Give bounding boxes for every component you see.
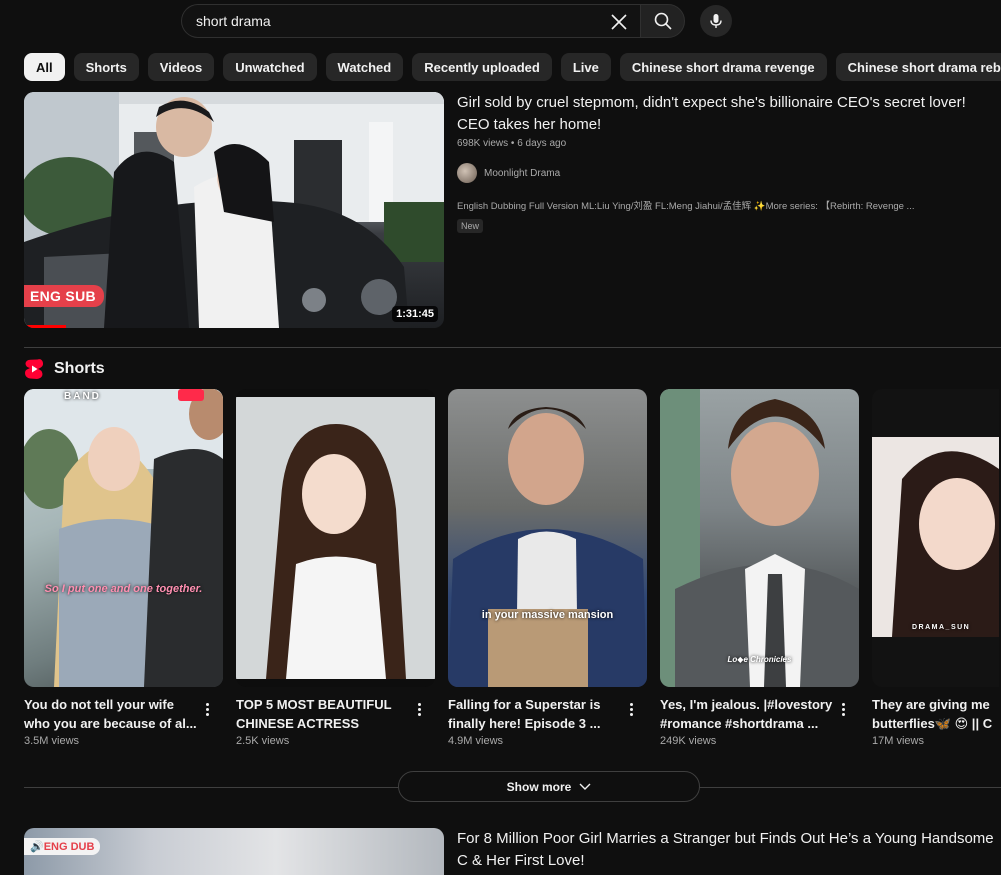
filter-chips: All Shorts Videos Unwatched Watched Rece… — [24, 53, 1001, 81]
short-overlay-text: BAND — [64, 391, 101, 402]
duration-badge: 1:31:45 — [392, 306, 438, 322]
search-button[interactable] — [640, 4, 685, 38]
short-card[interactable]: DRAMA_SUN They are giving me butterflies… — [872, 389, 999, 747]
video-description: English Dubbing Full Version ML:Liu Ying… — [457, 201, 915, 212]
video-result: 🔊ENG DUB For 8 Million Poor Girl Marries… — [24, 828, 1001, 875]
video-title[interactable]: For 8 Million Poor Girl Marries a Strang… — [457, 828, 1001, 872]
video-title[interactable]: Girl sold by cruel stepmom, didn't expec… — [457, 92, 984, 136]
watch-progress-bar — [24, 325, 66, 328]
short-title[interactable]: Falling for a Superstar is finally here!… — [448, 695, 647, 733]
short-thumbnail[interactable]: BAND So I put one and one together. — [24, 389, 223, 687]
channel-link[interactable]: Moonlight Drama — [457, 163, 984, 183]
short-thumbnail[interactable]: in your massive mansion — [448, 389, 647, 687]
shorts-heading: Shorts — [54, 360, 105, 377]
voice-search-button[interactable] — [700, 5, 732, 37]
short-thumbnail-image — [24, 389, 223, 687]
short-thumbnail-image — [872, 437, 999, 637]
short-views: 249K views — [660, 735, 717, 747]
short-thumbnail-image — [660, 389, 859, 687]
shorts-row: BAND So I put one and one together. You … — [24, 389, 999, 747]
more-options-button[interactable] — [835, 699, 851, 719]
short-title[interactable]: TOP 5 MOST BEAUTIFUL CHINESE ACTRESS (SH… — [236, 695, 435, 733]
microphone-icon — [710, 14, 722, 28]
show-more-label: Show more — [506, 779, 572, 794]
search-icon — [654, 12, 672, 30]
short-views: 4.9M views — [448, 735, 504, 747]
video-meta: 698K views • 6 days ago — [457, 138, 567, 149]
short-card[interactable]: in your massive mansion Falling for a Su… — [448, 389, 647, 747]
video-thumbnail[interactable]: 🔊ENG DUB — [24, 828, 444, 875]
eng-dub-label: 🔊ENG DUB — [24, 838, 101, 855]
short-watermark: Lo◆e Chronicles — [727, 655, 792, 664]
short-views: 17M views — [872, 735, 924, 747]
short-thumbnail-image — [236, 397, 435, 679]
chip-shorts[interactable]: Shorts — [73, 53, 139, 81]
short-thumbnail[interactable]: DRAMA_SUN — [872, 389, 999, 687]
short-overlay-text: DRAMA_SUN — [912, 624, 971, 631]
channel-avatar — [457, 163, 477, 183]
section-divider — [24, 347, 1001, 348]
chip-recently-uploaded[interactable]: Recently uploaded — [412, 53, 552, 81]
short-thumbnail-image — [448, 407, 647, 687]
chip-videos[interactable]: Videos — [147, 53, 215, 81]
show-more-button[interactable]: Show more — [398, 771, 700, 802]
eng-sub-label: ENG SUB — [24, 285, 104, 307]
short-card[interactable]: BAND So I put one and one together. You … — [24, 389, 223, 747]
video-info: For 8 Million Poor Girl Marries a Strang… — [444, 828, 1001, 875]
short-thumbnail[interactable]: Lo◆e Chronicles — [660, 389, 859, 687]
close-icon — [611, 14, 627, 30]
short-views: 3.5M views — [24, 735, 80, 747]
short-caption: in your massive mansion — [481, 609, 614, 621]
view-count: 698K views — [457, 138, 509, 149]
chip-watched[interactable]: Watched — [325, 53, 404, 81]
short-views: 2.5K views — [236, 735, 290, 747]
channel-name: Moonlight Drama — [484, 167, 561, 179]
short-thumbnail[interactable] — [236, 389, 435, 687]
new-badge: New — [457, 219, 484, 233]
search-bar — [181, 4, 685, 38]
search-input[interactable] — [196, 13, 596, 29]
clear-search-button[interactable] — [608, 11, 630, 33]
short-title[interactable]: You do not tell your wife who you are be… — [24, 695, 223, 733]
chip-all[interactable]: All — [24, 53, 65, 81]
chip-unwatched[interactable]: Unwatched — [223, 53, 317, 81]
shorts-header: Shorts — [24, 358, 105, 380]
short-title[interactable]: They are giving me butterflies🦋 😍 || C d — [872, 695, 999, 733]
video-info: Girl sold by cruel stepmom, didn't expec… — [444, 92, 984, 328]
search-box[interactable] — [181, 4, 640, 38]
more-options-button[interactable] — [199, 699, 215, 719]
short-title[interactable]: Yes, I'm jealous. |#lovestory #romance #… — [660, 695, 859, 733]
short-card[interactable]: TOP 5 MOST BEAUTIFUL CHINESE ACTRESS (SH… — [236, 389, 435, 747]
video-result: ENG SUB 1:31:45 Girl sold by cruel stepm… — [24, 92, 1001, 328]
shorts-icon — [25, 359, 44, 379]
chevron-down-icon — [579, 783, 591, 790]
upload-age: 6 days ago — [517, 138, 567, 149]
chip-chinese-short-drama-rebirth[interactable]: Chinese short drama rebirth — [835, 53, 1001, 81]
more-options-button[interactable] — [623, 699, 639, 719]
chip-chinese-short-drama-revenge[interactable]: Chinese short drama revenge — [619, 53, 827, 81]
chip-live[interactable]: Live — [560, 53, 611, 81]
more-options-button[interactable] — [411, 699, 427, 719]
video-thumbnail[interactable]: ENG SUB 1:31:45 — [24, 92, 444, 328]
short-caption: So I put one and one together. — [44, 583, 203, 595]
short-card[interactable]: Lo◆e Chronicles Yes, I'm jealous. |#love… — [660, 389, 859, 747]
